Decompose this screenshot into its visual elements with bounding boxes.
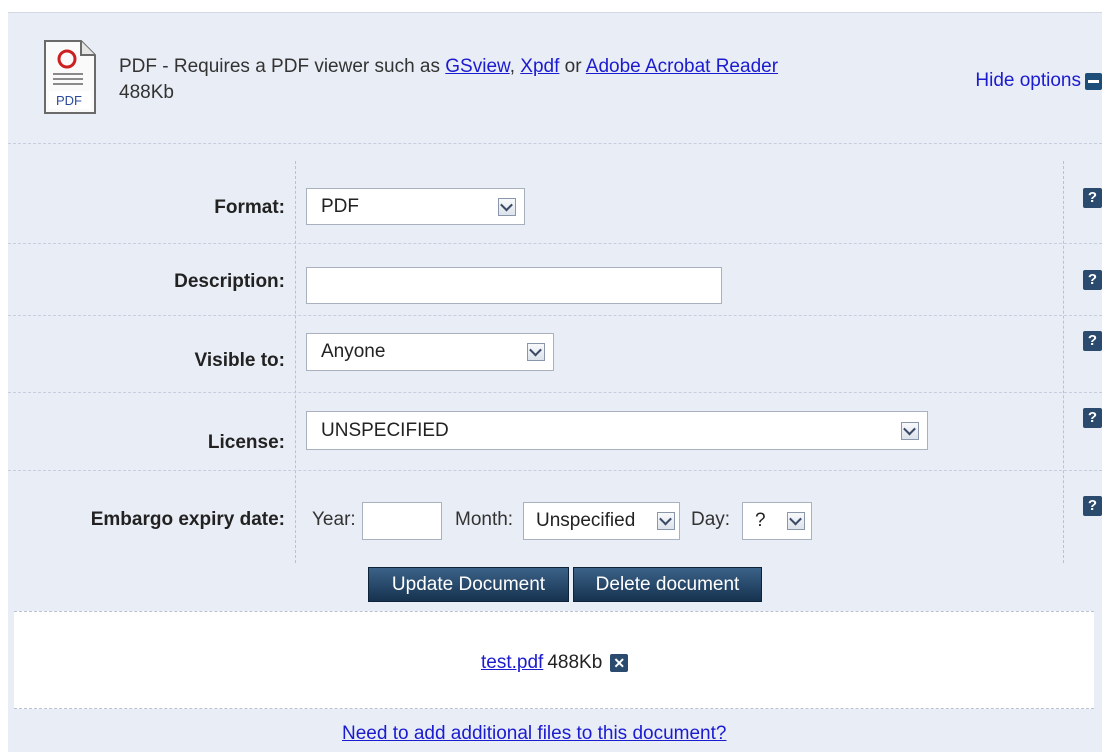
hide-options-toggle[interactable]: Hide options <box>975 70 1102 92</box>
chevron-down-icon[interactable] <box>787 512 805 530</box>
visible-to-select[interactable]: Anyone <box>306 333 554 371</box>
description-input[interactable] <box>306 267 722 304</box>
document-options-panel: PDF PDF - Requires a PDF viewer such as … <box>8 12 1102 752</box>
file-size: 488Kb <box>119 82 174 103</box>
year-input[interactable] <box>362 502 442 540</box>
update-document-button[interactable]: Update Document <box>368 567 569 602</box>
chevron-down-icon[interactable] <box>657 512 675 530</box>
file-entry: test.pdf 488Kb ✕ <box>481 652 629 674</box>
attached-files-box: test.pdf 488Kb ✕ <box>14 611 1094 709</box>
format-row: Format: PDF ? <box>8 143 1102 244</box>
month-select[interactable]: Unspecified <box>523 502 680 540</box>
file-info: PDF - Requires a PDF viewer such as GSvi… <box>119 54 778 106</box>
year-label: Year: <box>312 509 356 530</box>
visible-to-row: Visible to: Anyone ? <box>8 315 1102 393</box>
add-files-link[interactable]: Need to add additional files to this doc… <box>342 723 726 745</box>
help-icon[interactable]: ? <box>1083 188 1102 208</box>
help-icon[interactable]: ? <box>1083 270 1102 290</box>
license-row: License: UNSPECIFIED ? <box>8 392 1102 471</box>
delete-document-button[interactable]: Delete document <box>573 567 762 602</box>
adobe-reader-link[interactable]: Adobe Acrobat Reader <box>586 56 778 77</box>
chevron-down-icon[interactable] <box>498 197 516 216</box>
license-label: License: <box>207 432 285 453</box>
hide-options-label[interactable]: Hide options <box>975 70 1081 92</box>
license-select[interactable]: UNSPECIFIED <box>306 411 928 450</box>
embargo-label: Embargo expiry date: <box>90 509 285 530</box>
help-icon[interactable]: ? <box>1083 408 1102 428</box>
file-link[interactable]: test.pdf <box>481 652 543 674</box>
chevron-down-icon[interactable] <box>901 421 919 440</box>
close-icon[interactable]: ✕ <box>610 654 629 672</box>
day-select[interactable]: ? <box>742 502 812 540</box>
svg-text:PDF: PDF <box>56 93 82 108</box>
minus-icon[interactable] <box>1085 72 1102 90</box>
embargo-row: Embargo expiry date: Year: Month: Unspec… <box>8 470 1102 566</box>
chevron-down-icon[interactable] <box>527 343 545 361</box>
file-entry-size: 488Kb <box>547 652 603 673</box>
visible-to-label: Visible to: <box>194 350 285 371</box>
help-icon[interactable]: ? <box>1083 496 1102 516</box>
help-icon[interactable]: ? <box>1083 331 1102 351</box>
xpdf-link[interactable]: Xpdf <box>520 56 559 77</box>
format-select[interactable]: PDF <box>306 188 525 225</box>
requires-viewer-text: PDF - Requires a PDF viewer such as <box>119 56 440 77</box>
month-label: Month: <box>455 509 514 530</box>
description-row: Description: ? <box>8 243 1102 316</box>
pdf-file-icon: PDF <box>44 40 96 114</box>
description-label: Description: <box>174 271 285 292</box>
format-label: Format: <box>214 197 285 218</box>
gsview-link[interactable]: GSview <box>445 56 509 77</box>
document-header: PDF PDF - Requires a PDF viewer such as … <box>8 13 1102 144</box>
day-label: Day: <box>691 509 731 530</box>
